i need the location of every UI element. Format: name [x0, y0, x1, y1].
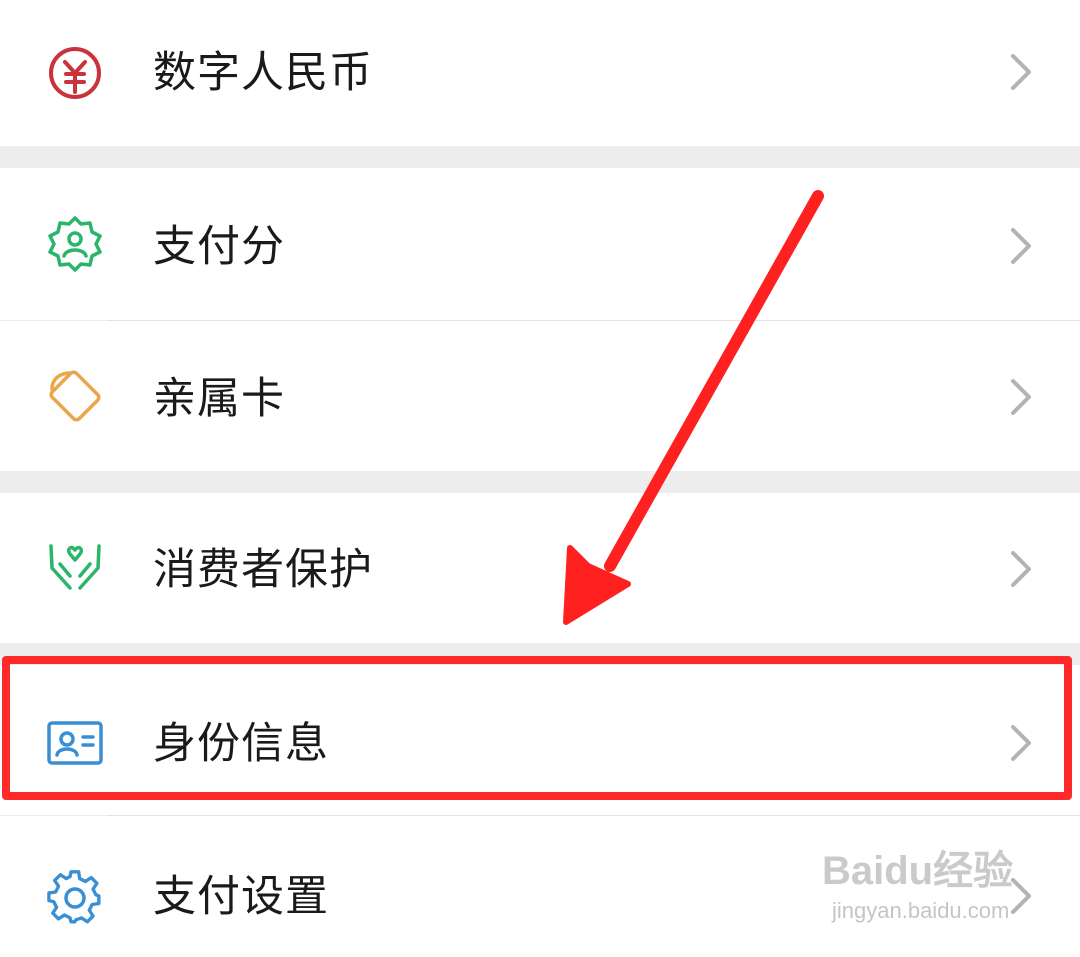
watermark-url: jingyan.baidu.com: [832, 898, 1010, 923]
watermark: Baidu经验 jingyan.baidu.com: [822, 838, 1013, 924]
annotation-arrow: [563, 190, 824, 625]
watermark-brand: Baidu经验: [822, 849, 1014, 893]
